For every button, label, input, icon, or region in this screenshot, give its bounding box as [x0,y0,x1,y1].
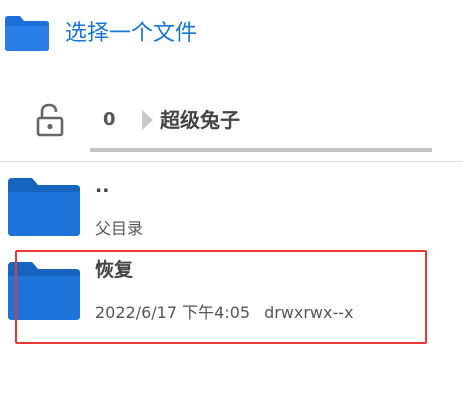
page-title: 选择一个文件 [65,21,198,46]
chevron-right-icon [142,110,153,130]
file-meta: 2022/6/17 下午4:05 drwxrwx--x [95,302,354,324]
folder-icon [8,262,80,320]
lock-open-icon[interactable] [36,103,64,137]
list-item-parent-directory[interactable]: .. 父目录 [0,166,463,248]
path-bar: 0 超级兔子 [0,92,463,152]
file-permissions: drwxrwx--x [264,303,354,322]
file-name: .. [95,175,110,197]
path-bar-underline [90,148,432,152]
file-picker-screen: 选择一个文件 0 超级兔子 .. 父目录 恢复 2022/6/17 下午4:05… [0,0,463,408]
file-subtitle: 父目录 [95,219,144,238]
path-root[interactable]: 0 [103,107,116,133]
path-folder[interactable]: 超级兔子 [160,106,240,134]
folder-icon [5,16,49,51]
file-date: 2022/6/17 下午4:05 [95,303,251,322]
file-name: 恢复 [95,259,134,281]
folder-icon [8,178,80,236]
divider [0,161,463,162]
list-item-recover-folder[interactable]: 恢复 2022/6/17 下午4:05 drwxrwx--x [0,250,463,332]
header: 选择一个文件 [0,0,463,70]
